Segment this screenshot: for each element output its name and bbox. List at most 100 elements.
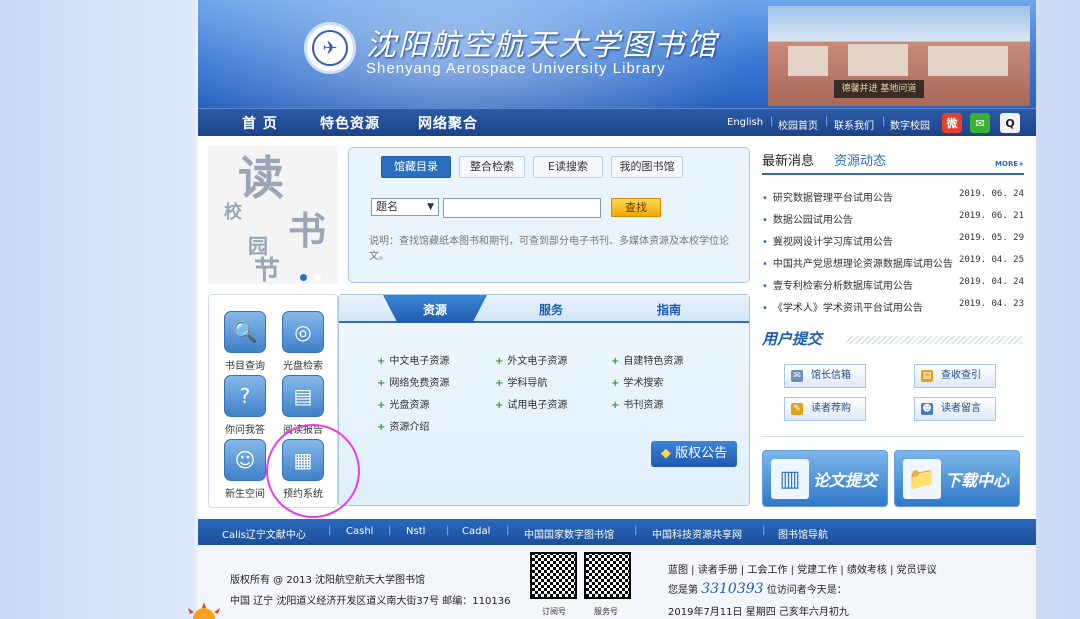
nav-home[interactable]: 首 页: [242, 113, 278, 133]
wechat-icon[interactable]: ✉: [970, 113, 990, 133]
tab-integrated-search[interactable]: 整合检索: [459, 156, 525, 178]
banner-char: 读: [238, 151, 284, 205]
news-date: 2019. 04. 24: [958, 277, 1024, 287]
news-item[interactable]: 《学术人》学术资讯平台试用公告 2019. 04. 23: [762, 295, 1024, 317]
partner-link[interactable]: Calis辽宁文献中心: [222, 526, 306, 541]
news-title[interactable]: 中国共产党思想理论资源数据库试用公告: [762, 255, 953, 270]
site-title-cn: 沈阳航空航天大学图书馆: [366, 28, 718, 63]
building-window: [848, 44, 908, 76]
download-center-button[interactable]: 📁 下载中心: [894, 450, 1020, 507]
visitor-prefix: 您是第: [668, 585, 698, 596]
news-item[interactable]: 数据公园试用公告 2019. 06. 21: [762, 207, 1024, 229]
footer-links[interactable]: 蓝图 | 读者手册 | 工会工作 | 党建工作 | 绩效考核 | 党员评议: [668, 561, 937, 576]
folder-icon: 📁: [903, 459, 941, 499]
separator: |: [506, 525, 510, 536]
quick-link-label: 书目查询: [225, 361, 265, 372]
copyright-notice-button[interactable]: ◆ 版权公告: [651, 441, 737, 467]
link-campus-home[interactable]: 校园首页: [778, 117, 818, 132]
user-icon: ☻: [921, 403, 933, 415]
quick-link-catalog[interactable]: 🔍 书目查询: [217, 311, 273, 372]
building-window: [928, 46, 1008, 76]
university-logo[interactable]: ✈: [304, 22, 356, 74]
nav-special-resources[interactable]: 特色资源: [320, 113, 380, 133]
resource-link[interactable]: 书刊资源: [611, 396, 663, 411]
quick-link-label: 你问我答: [225, 425, 265, 436]
news-item[interactable]: 中国共产党思想理论资源数据库试用公告 2019. 04. 25: [762, 251, 1024, 273]
site-title-en: Shenyang Aerospace University Library: [366, 60, 666, 77]
resource-link[interactable]: 外文电子资源: [495, 352, 567, 367]
tab-resource-news[interactable]: 资源动态: [834, 150, 886, 169]
quick-link-qa[interactable]: ? 你问我答: [217, 375, 273, 436]
resource-link[interactable]: 中文电子资源: [377, 352, 449, 367]
partner-link[interactable]: 中国国家数字图书馆: [524, 526, 614, 541]
weibo-icon[interactable]: 微: [942, 113, 962, 133]
separator: |: [388, 525, 392, 536]
news-title[interactable]: 壹专利检索分析数据库试用公告: [762, 277, 913, 292]
logo-emblem-icon: ✈: [312, 30, 348, 66]
qr-label: 服务号: [594, 607, 618, 616]
qq-icon[interactable]: Q: [1000, 113, 1020, 133]
resource-link[interactable]: 学术搜索: [611, 374, 663, 389]
book-recommend-button[interactable]: ✎ 读者荐购: [784, 397, 866, 421]
tab-resources[interactable]: 资源: [423, 301, 447, 318]
link-contact[interactable]: 联系我们: [834, 117, 874, 132]
carousel-dot-active[interactable]: [300, 274, 307, 281]
partner-link[interactable]: Cadal: [462, 526, 490, 537]
link-digital-campus[interactable]: 数字校园: [890, 117, 930, 132]
resource-link[interactable]: 光盘资源: [377, 396, 429, 411]
resource-link[interactable]: 资源介绍: [377, 418, 429, 433]
qa-icon: ?: [224, 375, 266, 417]
shield-icon: ◆: [660, 446, 676, 461]
search-button[interactable]: 查找: [611, 198, 661, 217]
visitor-suffix: 位访问者今天是：: [766, 585, 847, 596]
quick-link-disc[interactable]: ◎ 光盘检索: [275, 311, 331, 372]
news-item[interactable]: 壹专利检索分析数据库试用公告 2019. 04. 24: [762, 273, 1024, 295]
separator: |: [770, 116, 774, 127]
partner-link[interactable]: 中国科技资源共享网: [652, 526, 742, 541]
resource-link[interactable]: 自建特色资源: [611, 352, 683, 367]
partner-link[interactable]: Nstl: [406, 526, 425, 537]
carousel-dot[interactable]: [314, 274, 321, 281]
chart-icon: ▥: [771, 459, 809, 499]
tab-catalog[interactable]: 馆藏目录: [381, 156, 451, 178]
separator: |: [762, 525, 766, 536]
citation-check-button[interactable]: ▤ 查收查引: [914, 364, 996, 388]
current-date: 2019年7月11日 星期四 己亥年六月初九: [668, 607, 849, 618]
tab-my-library[interactable]: 我的图书馆: [611, 156, 683, 178]
director-mailbox-button[interactable]: ✉ 馆长信箱: [784, 364, 866, 388]
resource-link[interactable]: 网络免费资源: [377, 374, 449, 389]
news-item[interactable]: 研究数据管理平台试用公告 2019. 06. 24: [762, 185, 1024, 207]
partner-link[interactable]: 图书馆导航: [778, 526, 828, 541]
tab-services[interactable]: 服务: [539, 301, 563, 318]
thesis-submission-button[interactable]: ▥ 论文提交: [762, 450, 888, 507]
astronaut-icon: ☺: [224, 439, 266, 481]
quick-link-freshman[interactable]: ☺ 新生空间: [217, 439, 273, 500]
separator: |: [882, 116, 886, 127]
partner-links-bar: Calis辽宁文献中心 | Cashl | Nstl | Cadal | 中国国…: [198, 519, 1036, 545]
separator: |: [634, 525, 638, 536]
link-english[interactable]: English: [727, 117, 763, 128]
reader-message-button[interactable]: ☻ 读者留言: [914, 397, 996, 421]
user-submission-title: 用户提交: [762, 330, 823, 348]
search-input[interactable]: [443, 198, 601, 218]
more-link[interactable]: MORE+: [995, 160, 1024, 168]
qr-label: 订阅号: [542, 607, 566, 616]
separator: |: [825, 116, 829, 127]
sun-decoration-icon: [188, 602, 220, 619]
library-building-image: 德馨并进 基地问道: [768, 6, 1030, 106]
news-item[interactable]: 冀视网设计学习库试用公告 2019. 05. 29: [762, 229, 1024, 251]
search-field-select[interactable]: 题名 ▼: [371, 198, 439, 216]
news-title[interactable]: 数据公园试用公告: [762, 211, 853, 226]
reading-festival-banner[interactable]: 读 校 书 园 节: [208, 146, 338, 284]
tab-guide[interactable]: 指南: [657, 301, 681, 318]
resource-link[interactable]: 试用电子资源: [495, 396, 567, 411]
news-title[interactable]: 冀视网设计学习库试用公告: [762, 233, 893, 248]
partner-link[interactable]: Cashl: [346, 526, 373, 537]
button-label: 读者留言: [941, 403, 981, 414]
tab-latest-news[interactable]: 最新消息: [762, 150, 814, 169]
resource-link[interactable]: 学科导航: [495, 374, 547, 389]
tab-eread-search[interactable]: E读搜索: [533, 156, 603, 178]
news-title[interactable]: 研究数据管理平台试用公告: [762, 189, 893, 204]
nav-network-aggregation[interactable]: 网络聚合: [418, 113, 478, 133]
news-title[interactable]: 《学术人》学术资讯平台试用公告: [762, 299, 923, 314]
